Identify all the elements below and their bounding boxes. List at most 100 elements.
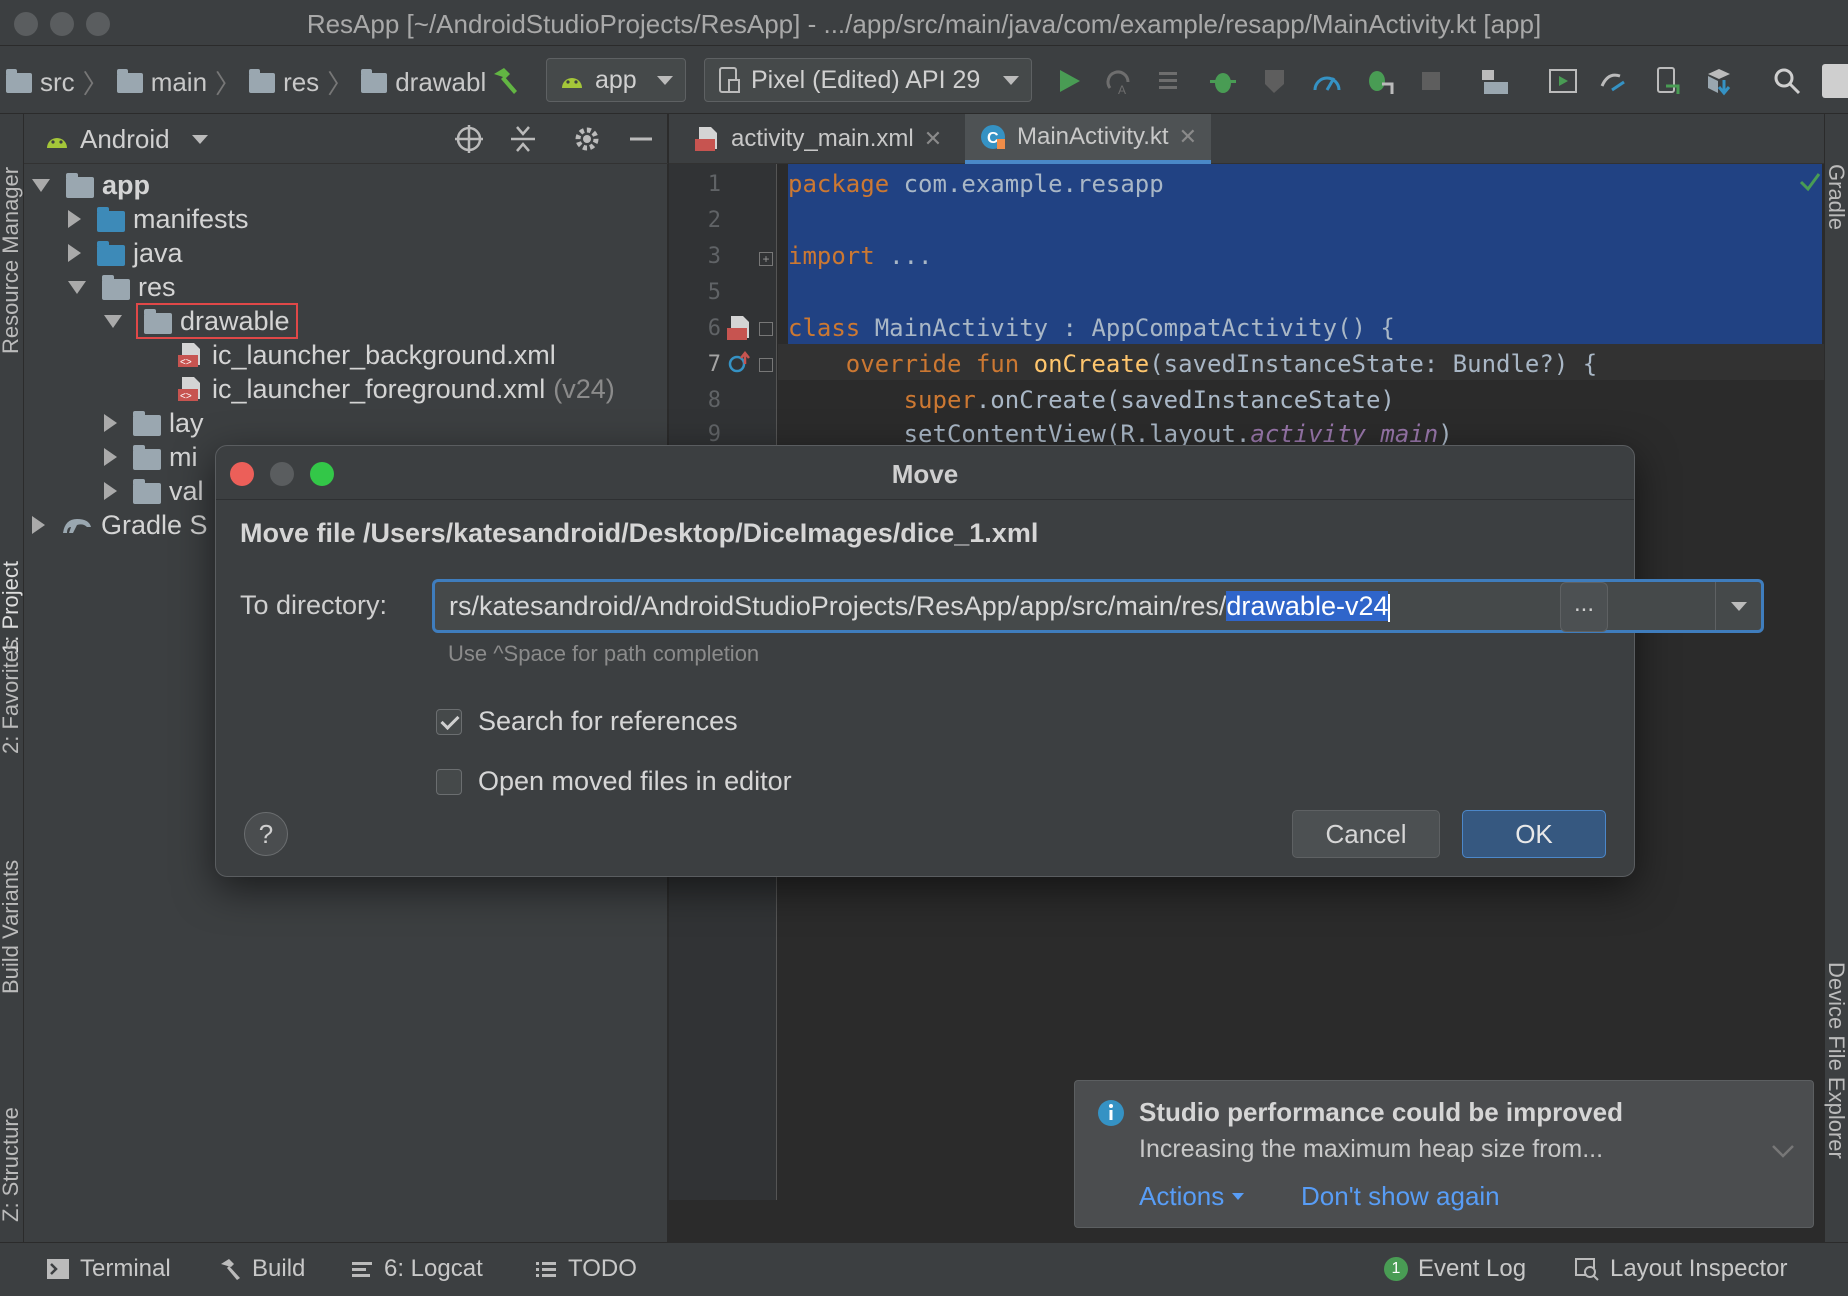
close-icon[interactable]: ✕: [924, 126, 942, 152]
folder-icon: [133, 444, 161, 470]
tree-item-file[interactable]: <> ic_launcher_background.xml: [176, 338, 556, 372]
chevron-down-icon[interactable]: [1771, 1143, 1795, 1159]
android-icon: [47, 137, 67, 148]
terminal-tool-button[interactable]: Terminal: [46, 1255, 171, 1283]
close-icon[interactable]: ✕: [1179, 124, 1197, 150]
help-button[interactable]: ?: [244, 812, 288, 856]
code-line: package com.example.resapp: [788, 170, 1164, 198]
line-number: 9: [707, 422, 721, 447]
hammer-icon[interactable]: [490, 66, 520, 96]
fold-icon[interactable]: +: [759, 252, 773, 266]
resource-manager-tab[interactable]: Resource Manager: [0, 167, 24, 354]
locate-icon[interactable]: [454, 124, 484, 154]
breadcrumb-drawable[interactable]: drawabl: [395, 67, 486, 98]
chevron-right-icon: 〉: [215, 69, 242, 99]
device-select[interactable]: Pixel (Edited) API 29: [704, 58, 1032, 102]
tree-item-manifests[interactable]: manifests: [68, 202, 249, 236]
apply-code-changes-icon[interactable]: [1156, 66, 1186, 96]
run-icon[interactable]: [1054, 66, 1084, 96]
project-view-select[interactable]: Android: [44, 124, 208, 155]
logcat-tool-button[interactable]: 6: Logcat: [350, 1255, 483, 1283]
override-gutter-icon[interactable]: [727, 350, 753, 376]
ok-button[interactable]: OK: [1462, 810, 1606, 858]
chevron-right-icon: 〉: [327, 69, 354, 99]
folder-icon: [144, 308, 172, 334]
xml-file-icon: <>: [178, 343, 200, 368]
breadcrumb-res[interactable]: res: [283, 67, 319, 98]
build-variants-tab[interactable]: Build Variants: [0, 860, 24, 994]
android-icon: [562, 78, 582, 88]
layout-file-gutter-icon[interactable]: [725, 314, 753, 342]
hammer-icon: [221, 1259, 240, 1280]
open-moved-files-checkbox[interactable]: [436, 768, 462, 795]
gear-icon[interactable]: [572, 124, 602, 154]
cancel-button[interactable]: Cancel: [1292, 810, 1440, 858]
build-tool-button[interactable]: Build: [218, 1255, 305, 1283]
search-references-checkbox[interactable]: [436, 708, 462, 735]
to-directory-label: To directory:: [240, 590, 388, 620]
avatar[interactable]: [1822, 64, 1848, 98]
tree-item-app[interactable]: app: [32, 168, 150, 202]
minimize-panel-icon[interactable]: [626, 124, 656, 154]
code-line: import ...: [788, 242, 933, 270]
resource-folder-icon: [102, 274, 130, 300]
sdk-manager-icon[interactable]: [1704, 66, 1734, 96]
favorites-tab[interactable]: 2: Favorites: [0, 639, 24, 754]
tree-item-res[interactable]: res: [68, 270, 176, 304]
device-manager-icon[interactable]: [1652, 66, 1682, 96]
chevron-down-icon: [32, 178, 50, 192]
apply-changes-icon[interactable]: A: [1104, 66, 1134, 96]
fold-icon[interactable]: [759, 322, 773, 336]
profile-icon[interactable]: [1312, 66, 1342, 96]
svg-text:<>: <>: [180, 357, 192, 368]
browse-button[interactable]: ...: [1560, 582, 1608, 632]
open-moved-files-option[interactable]: Open moved files in editor: [436, 766, 792, 797]
coverage-icon[interactable]: [1260, 66, 1290, 96]
stop-icon[interactable]: [1416, 66, 1446, 96]
code-line: override fun onCreate(savedInstanceState…: [788, 350, 1597, 378]
directory-history-dropdown[interactable]: [1715, 582, 1761, 630]
sync-gradle-icon[interactable]: [1598, 66, 1628, 96]
chevron-down-icon: [1003, 75, 1019, 85]
run-config-select[interactable]: app: [546, 58, 686, 102]
search-icon[interactable]: [1772, 66, 1802, 96]
tree-item-drawable[interactable]: drawable: [104, 303, 298, 339]
tree-item-java[interactable]: java: [68, 236, 183, 270]
tree-label: lay: [169, 407, 204, 438]
device-file-explorer-tab[interactable]: Device File Explorer: [1823, 962, 1848, 1159]
structure-tab[interactable]: Z: Structure: [0, 1107, 24, 1222]
tab-activity-main-xml[interactable]: activity_main.xml ✕: [679, 114, 956, 164]
collapse-all-icon[interactable]: [508, 124, 538, 154]
tree-item-values[interactable]: val: [104, 474, 204, 508]
debug-icon[interactable]: [1208, 66, 1238, 96]
tree-item-layout[interactable]: lay: [104, 406, 204, 440]
notification-actions-link[interactable]: Actions: [1139, 1181, 1245, 1212]
project-structure-icon[interactable]: [1480, 66, 1510, 96]
event-log-tool-button[interactable]: 1 Event Log: [1384, 1255, 1526, 1283]
search-references-option[interactable]: Search for references: [436, 706, 738, 737]
todo-label: TODO: [568, 1255, 637, 1282]
fold-icon[interactable]: [759, 358, 773, 372]
right-tool-strip: Gradle Device File Explorer: [1824, 114, 1848, 1242]
tree-item-mipmap[interactable]: mi: [104, 440, 198, 474]
chevron-right-icon: [68, 210, 81, 228]
breadcrumb-src[interactable]: src: [40, 67, 75, 98]
avd-manager-icon[interactable]: [1548, 66, 1578, 96]
todo-tool-button[interactable]: TODO: [534, 1255, 637, 1283]
attach-debugger-icon[interactable]: [1364, 66, 1394, 96]
text-caret: [1388, 593, 1391, 622]
tab-mainactivity-kt[interactable]: C MainActivity.kt ✕: [965, 114, 1212, 164]
path-text: rs/katesandroid/AndroidStudioProjects/Re…: [449, 591, 1227, 621]
tree-item-gradle-scripts[interactable]: Gradle S: [32, 508, 208, 542]
code-text: .onCreate(savedInstanceState): [975, 386, 1395, 414]
tree-item-file[interactable]: <> ic_launcher_foreground.xml (v24): [176, 372, 615, 406]
dont-show-again-link[interactable]: Don't show again: [1301, 1181, 1500, 1212]
notification-body: Increasing the maximum heap size from...: [1139, 1135, 1604, 1163]
editor-tabs: activity_main.xml ✕ C MainActivity.kt ✕: [669, 114, 1824, 164]
chevron-right-icon: [104, 448, 117, 466]
gradle-tab[interactable]: Gradle: [1823, 164, 1848, 230]
chevron-down-icon: [1730, 601, 1747, 611]
module-folder-icon: [66, 172, 94, 198]
breadcrumb-main[interactable]: main: [151, 67, 207, 98]
layout-inspector-tool-button[interactable]: Layout Inspector: [1574, 1255, 1787, 1283]
